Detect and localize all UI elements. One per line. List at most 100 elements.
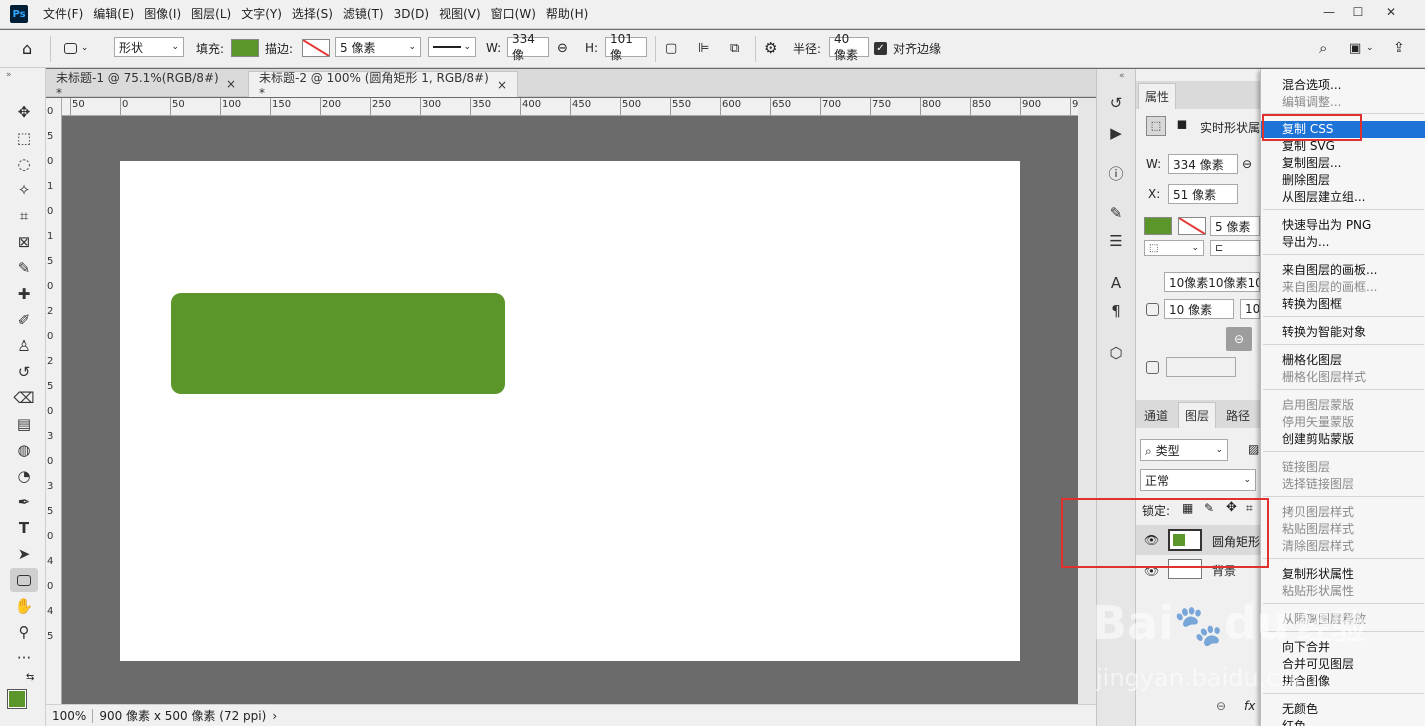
chevron-down-icon[interactable]: ⌄ bbox=[1366, 37, 1374, 59]
prop-stroke-swatch[interactable] bbox=[1178, 217, 1206, 235]
lasso-tool-icon[interactable]: ◌ bbox=[10, 152, 38, 176]
context-menu-item[interactable]: 复制形状属性 bbox=[1261, 566, 1425, 583]
dodge-tool-icon[interactable]: ◔ bbox=[10, 464, 38, 488]
height-input[interactable]: 101 像 bbox=[605, 32, 647, 62]
context-menu-item[interactable]: 转换为图框 bbox=[1261, 296, 1425, 313]
marquee-tool-icon[interactable]: ⬚ bbox=[10, 126, 38, 150]
menu-file[interactable]: 文件(F) bbox=[38, 0, 88, 29]
close-icon[interactable]: × bbox=[497, 78, 507, 92]
prop-stroke-width[interactable]: 5 像素 bbox=[1210, 216, 1260, 236]
rounded-rect-tool-icon[interactable] bbox=[10, 568, 38, 592]
link-layers-icon[interactable]: ⊖ bbox=[1216, 699, 1226, 713]
zoom-level[interactable]: 100% bbox=[46, 708, 94, 723]
tab-document-1[interactable]: 未标题-1 @ 75.1%(RGB/8#) * × bbox=[46, 71, 246, 100]
character-icon[interactable]: A bbox=[1103, 271, 1129, 295]
maximize-button[interactable]: ☐ bbox=[1343, 0, 1373, 24]
align-edges-checkbox[interactable]: ✓ bbox=[874, 37, 887, 59]
prop-empty-field[interactable] bbox=[1166, 357, 1236, 377]
menu-edit[interactable]: 编辑(E) bbox=[88, 0, 139, 29]
home-icon[interactable]: ⌂ bbox=[22, 37, 32, 59]
context-menu-item[interactable]: 创建剪贴蒙版 bbox=[1261, 431, 1425, 448]
context-menu-item[interactable]: 从图层建立组... bbox=[1261, 189, 1425, 206]
menu-layer[interactable]: 图层(L) bbox=[186, 0, 236, 29]
context-menu-item[interactable]: 转换为智能对象 bbox=[1261, 324, 1425, 341]
context-menu-item[interactable]: 栅格化图层 bbox=[1261, 352, 1425, 369]
context-menu-item[interactable]: 混合选项... bbox=[1261, 77, 1425, 94]
adjustments-icon[interactable]: ☰ bbox=[1103, 229, 1129, 253]
gear-icon[interactable]: ⚙ bbox=[764, 37, 777, 59]
tab-properties[interactable]: 属性 bbox=[1138, 83, 1177, 109]
context-menu-item[interactable]: 删除图层 bbox=[1261, 172, 1425, 189]
layer-filter-select[interactable]: ⌕ 类型 ⌄ bbox=[1140, 439, 1228, 461]
width-input[interactable]: 334 像 bbox=[507, 32, 549, 62]
shape-tool-preset[interactable]: ⌄ bbox=[64, 37, 88, 59]
fx-icon[interactable]: fx bbox=[1244, 699, 1255, 713]
brush-tool-icon[interactable]: ✐ bbox=[10, 308, 38, 332]
menu-type[interactable]: 文字(Y) bbox=[236, 0, 287, 29]
swap-colors-icon[interactable]: ⇆ bbox=[26, 672, 34, 683]
tab-layers[interactable]: 图层 bbox=[1178, 402, 1217, 428]
rounded-rectangle-shape[interactable] bbox=[171, 293, 505, 394]
context-menu-item[interactable]: 无颜色 bbox=[1261, 701, 1425, 718]
history-brush-icon[interactable]: ↺ bbox=[10, 360, 38, 384]
more-tools-icon[interactable]: ··· bbox=[10, 646, 38, 670]
shape-icon[interactable]: ⬚ bbox=[1146, 116, 1166, 136]
prop-cap-select[interactable]: ⊏ bbox=[1210, 240, 1260, 256]
image-filter-icon[interactable]: ▨ bbox=[1248, 442, 1259, 456]
menu-filter[interactable]: 滤镜(T) bbox=[338, 0, 389, 29]
gradient-tool-icon[interactable]: ▤ bbox=[10, 412, 38, 436]
stroke-width-select[interactable]: 5 像素 ⌄ bbox=[335, 37, 421, 57]
eraser-tool-icon[interactable]: ⌫ bbox=[10, 386, 38, 410]
fill-swatch[interactable] bbox=[231, 37, 259, 59]
menu-view[interactable]: 视图(V) bbox=[434, 0, 486, 29]
zoom-tool-icon[interactable]: ⚲ bbox=[10, 620, 38, 644]
mask-icon[interactable]: ◼ bbox=[1172, 116, 1192, 136]
prop-align-select[interactable]: ⬚ ⌄ bbox=[1144, 240, 1204, 256]
paragraph-icon[interactable]: ¶ bbox=[1103, 299, 1129, 323]
prop-x-input[interactable]: 51 像素 bbox=[1168, 184, 1238, 204]
blend-mode-select[interactable]: 正常 ⌄ bbox=[1140, 469, 1256, 491]
context-menu-item[interactable]: 快速导出为 PNG bbox=[1261, 217, 1425, 234]
eyedropper-icon[interactable]: ✎ bbox=[10, 256, 38, 280]
prop-corner-radii[interactable]: 10像素10像素10 bbox=[1164, 272, 1260, 292]
prop-corner-radius-input[interactable]: 10 像素 bbox=[1164, 299, 1234, 319]
magic-wand-icon[interactable]: ✧ bbox=[10, 178, 38, 202]
tab-document-2[interactable]: 未标题-2 @ 100% (圆角矩形 1, RGB/8#) * × bbox=[248, 71, 518, 100]
chevron-right-icon[interactable]: › bbox=[272, 709, 277, 723]
healing-brush-icon[interactable]: ✚ bbox=[10, 282, 38, 306]
link-icon[interactable]: ⊖ bbox=[557, 37, 568, 59]
link-icon[interactable]: ⊖ bbox=[1242, 157, 1252, 171]
3d-icon[interactable]: ⬡ bbox=[1103, 341, 1129, 365]
path-arrangement-icon[interactable]: ⧉ bbox=[730, 37, 739, 59]
tab-paths[interactable]: 路径 bbox=[1220, 402, 1256, 428]
path-operations-icon[interactable]: ▢ bbox=[665, 37, 677, 59]
stamp-tool-icon[interactable]: ♙ bbox=[10, 334, 38, 358]
collapse-arrows-icon[interactable]: » bbox=[6, 70, 12, 80]
search-icon[interactable]: ⌕ bbox=[1319, 37, 1327, 59]
document-canvas[interactable] bbox=[120, 161, 1020, 661]
menu-3d[interactable]: 3D(D) bbox=[389, 0, 434, 29]
actions-icon[interactable]: ▶ bbox=[1103, 121, 1129, 145]
context-menu-item[interactable]: 复制图层... bbox=[1261, 155, 1425, 172]
share-icon[interactable]: ⇪ bbox=[1393, 37, 1405, 59]
tab-channels[interactable]: 通道 bbox=[1138, 402, 1174, 428]
stroke-swatch[interactable] bbox=[302, 37, 330, 59]
close-icon[interactable]: × bbox=[226, 77, 236, 91]
menu-image[interactable]: 图像(I) bbox=[139, 0, 186, 29]
workspace-icon[interactable]: ▣ bbox=[1349, 37, 1361, 59]
type-tool-icon[interactable]: T bbox=[10, 516, 38, 540]
foreground-color-swatch[interactable] bbox=[7, 689, 27, 709]
brushes-icon[interactable]: ✎ bbox=[1103, 201, 1129, 225]
stroke-type-select[interactable]: ⌄ bbox=[428, 37, 476, 57]
minimize-button[interactable]: — bbox=[1314, 0, 1344, 24]
close-button[interactable]: ✕ bbox=[1376, 0, 1406, 24]
move-tool-icon[interactable]: ✥ bbox=[10, 100, 38, 124]
blur-tool-icon[interactable]: ◍ bbox=[10, 438, 38, 462]
checkbox-icon[interactable] bbox=[1146, 361, 1159, 374]
prop-width-input[interactable]: 334 像素 bbox=[1168, 154, 1238, 174]
prop-fill-swatch[interactable] bbox=[1144, 217, 1172, 235]
menu-window[interactable]: 窗口(W) bbox=[486, 0, 541, 29]
pen-tool-icon[interactable]: ✒ bbox=[10, 490, 38, 514]
path-alignment-icon[interactable]: ⊫ bbox=[698, 37, 709, 59]
history-icon[interactable]: ↺ bbox=[1103, 91, 1129, 115]
